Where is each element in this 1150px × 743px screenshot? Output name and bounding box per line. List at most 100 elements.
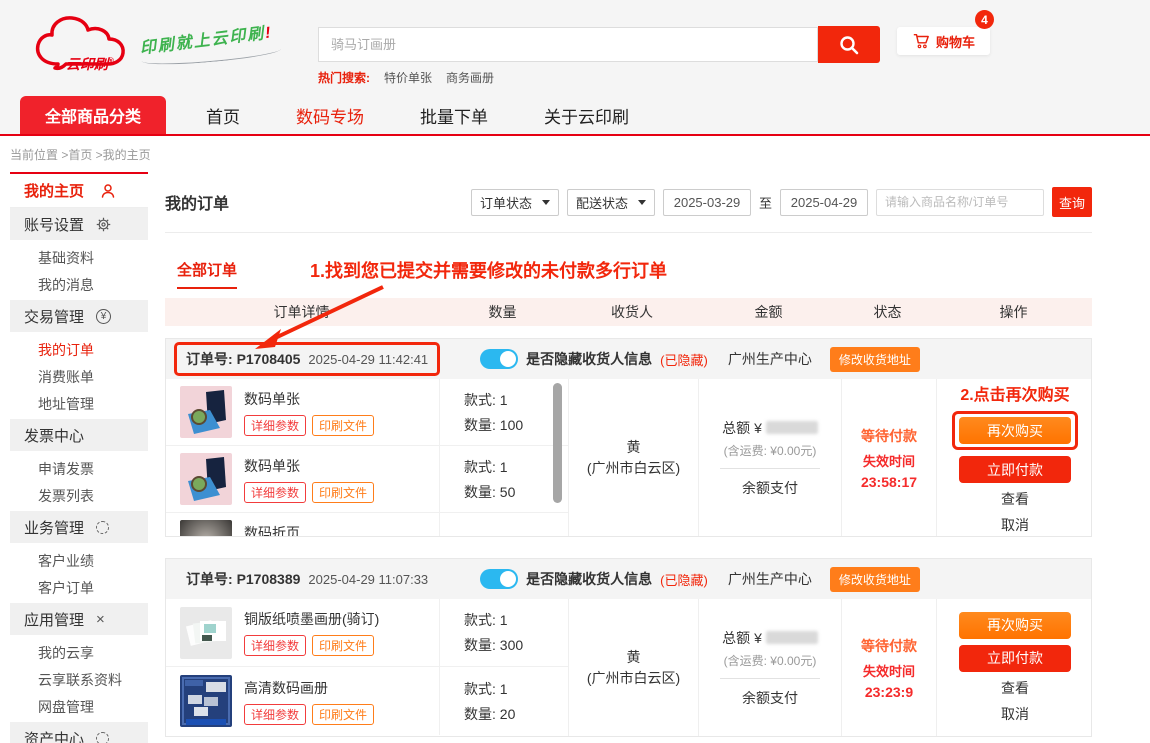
sidebar-section-account[interactable]: 账号设置 bbox=[10, 208, 148, 240]
date-from-input[interactable]: 2025-03-29 bbox=[663, 189, 751, 216]
item-quantity-cell: 款式: 1 数量: 300 bbox=[439, 599, 568, 666]
detail-params-tag[interactable]: 详细参数 bbox=[244, 704, 306, 725]
dashed-circle-icon bbox=[96, 521, 109, 534]
order-number-highlight-box: 订单号: P1708405 2025-04-29 11:42:41 bbox=[174, 342, 440, 376]
sidebar-section-apps[interactable]: 应用管理 × bbox=[10, 603, 148, 635]
view-order-link[interactable]: 查看 bbox=[1001, 489, 1029, 509]
detail-params-tag[interactable]: 详细参数 bbox=[244, 482, 306, 503]
sidebar-section-invoice[interactable]: 发票中心 bbox=[10, 419, 148, 451]
sidebar-item-my-orders[interactable]: 我的订单 bbox=[10, 336, 148, 363]
view-order-link[interactable]: 查看 bbox=[1001, 678, 1029, 698]
top-header: 云印刷® 印刷就上云印刷! 热门搜索: 特价单张 商务画册 bbox=[0, 0, 1150, 90]
countdown: 23:58:17 bbox=[861, 474, 917, 490]
pay-now-button[interactable]: 立即付款 bbox=[959, 645, 1071, 672]
keyword-input[interactable] bbox=[876, 189, 1044, 216]
product-thumbnail[interactable] bbox=[180, 453, 232, 505]
sidebar-item-basic-info[interactable]: 基础资料 bbox=[10, 244, 148, 271]
order-number: 订单号: P1708405 bbox=[186, 349, 300, 369]
receiver-cell: 黄 (广州市白云区) bbox=[568, 379, 698, 536]
section-label: 业务管理 bbox=[24, 517, 84, 538]
sidebar-item-netdisk[interactable]: 网盘管理 bbox=[10, 693, 148, 720]
sidebar-item-apply-invoice[interactable]: 申请发票 bbox=[10, 455, 148, 482]
product-thumbnail[interactable] bbox=[180, 607, 232, 659]
sidebar-item-my-messages[interactable]: 我的消息 bbox=[10, 271, 148, 298]
print-file-tag[interactable]: 印刷文件 bbox=[312, 482, 374, 503]
order-time: 2025-04-29 11:07:33 bbox=[308, 572, 428, 587]
sidebar-item-billing[interactable]: 消费账单 bbox=[10, 363, 148, 390]
select-value: 订单状态 bbox=[480, 193, 532, 212]
print-file-tag[interactable]: 印刷文件 bbox=[312, 635, 374, 656]
print-file-tag[interactable]: 印刷文件 bbox=[312, 704, 374, 725]
tab-all-orders[interactable]: 全部订单 bbox=[177, 259, 237, 289]
hide-receiver-toggle[interactable] bbox=[480, 569, 518, 589]
annotation-step1: 1.找到您已提交并需要修改的未付款多行订单 bbox=[310, 257, 667, 283]
receiver-cell: 黄 (广州市白云区) bbox=[568, 599, 698, 736]
col-order-details: 订单详情 bbox=[165, 302, 438, 322]
product-name[interactable]: 数码折页 bbox=[244, 523, 374, 537]
sidebar-section-business[interactable]: 业务管理 bbox=[10, 511, 148, 543]
hide-state-badge: (已隐藏) bbox=[660, 570, 708, 589]
search-input[interactable] bbox=[318, 27, 818, 62]
search-button[interactable] bbox=[818, 26, 880, 63]
col-actions: 操作 bbox=[935, 302, 1092, 322]
select-value: 配送状态 bbox=[576, 193, 628, 212]
orders-table-header: 订单详情 数量 收货人 金额 状态 操作 bbox=[165, 298, 1092, 326]
sidebar-item-invoice-list[interactable]: 发票列表 bbox=[10, 482, 148, 509]
nav-digital[interactable]: 数码专场 bbox=[296, 103, 364, 128]
detail-params-tag[interactable]: 详细参数 bbox=[244, 415, 306, 436]
product-thumbnail[interactable] bbox=[180, 386, 232, 438]
hide-receiver-label: 是否隐藏收货人信息 bbox=[526, 349, 652, 369]
pay-now-button[interactable]: 立即付款 bbox=[959, 456, 1071, 483]
hide-receiver-toggle[interactable] bbox=[480, 349, 518, 369]
cart-button[interactable]: 购物车 bbox=[897, 27, 990, 55]
sidebar-item-customer-orders[interactable]: 客户订单 bbox=[10, 574, 148, 601]
detail-params-tag[interactable]: 详细参数 bbox=[244, 635, 306, 656]
nav-about[interactable]: 关于云印刷 bbox=[544, 103, 629, 128]
sidebar-section-assets[interactable]: 资产中心 bbox=[10, 722, 148, 743]
sidebar-item-customer-performance[interactable]: 客户业绩 bbox=[10, 547, 148, 574]
cancel-order-link[interactable]: 取消 bbox=[1001, 704, 1029, 724]
sidebar-item-cloudshare-contacts[interactable]: 云享联系资料 bbox=[10, 666, 148, 693]
sidebar-item-my-cloudshare[interactable]: 我的云享 bbox=[10, 639, 148, 666]
product-name[interactable]: 数码单张 bbox=[244, 389, 374, 409]
hot-search-item[interactable]: 特价单张 bbox=[384, 69, 432, 86]
query-button[interactable]: 查询 bbox=[1052, 187, 1092, 217]
print-file-tag[interactable]: 印刷文件 bbox=[312, 415, 374, 436]
order-items-scroll-area[interactable]: 数码单张 详细参数 印刷文件 款式: 1 数量: 100 bbox=[166, 379, 568, 536]
buy-again-button[interactable]: 再次购买 bbox=[959, 612, 1071, 639]
modify-address-button[interactable]: 修改收货地址 bbox=[830, 347, 920, 372]
brand-slogan: 印刷就上云印刷! bbox=[138, 18, 281, 71]
product-name[interactable]: 数码单张 bbox=[244, 456, 374, 476]
buy-again-button[interactable]: 再次购买 bbox=[959, 417, 1071, 444]
product-thumbnail[interactable] bbox=[180, 520, 232, 536]
nav-bulk-order[interactable]: 批量下单 bbox=[420, 103, 488, 128]
delivery-status-select[interactable]: 配送状态 bbox=[567, 189, 655, 216]
brand-logo[interactable]: 云印刷® bbox=[28, 12, 148, 78]
person-icon bbox=[100, 183, 116, 199]
hot-search-label: 热门搜索: bbox=[318, 69, 370, 86]
date-range-to-label: 至 bbox=[759, 193, 772, 212]
modify-address-button[interactable]: 修改收货地址 bbox=[830, 567, 920, 592]
order-time: 2025-04-29 11:42:41 bbox=[308, 352, 428, 367]
order-item-row: 数码单张 详细参数 印刷文件 款式: 1 数量: 50 bbox=[166, 446, 568, 513]
hot-search-item[interactable]: 商务画册 bbox=[446, 69, 494, 86]
date-to-input[interactable]: 2025-04-29 bbox=[780, 189, 868, 216]
sidebar-item-address[interactable]: 地址管理 bbox=[10, 390, 148, 417]
amount-cell: 总额¥ (含运费: ¥0.00元) 余额支付 bbox=[698, 599, 841, 736]
brand-name: 云印刷® bbox=[66, 54, 114, 74]
all-categories-button[interactable]: 全部商品分类 bbox=[20, 96, 166, 134]
item-quantity-cell: 款式: 1 数量: 100 bbox=[439, 379, 568, 445]
product-name[interactable]: 铜版纸喷墨画册(骑订) bbox=[244, 609, 379, 629]
sidebar-section-trade[interactable]: 交易管理 ¥ bbox=[10, 300, 148, 332]
product-thumbnail[interactable] bbox=[180, 675, 232, 727]
nav-home[interactable]: 首页 bbox=[206, 103, 240, 128]
sidebar-item-my-home[interactable]: 我的主页 bbox=[10, 174, 148, 208]
section-label: 交易管理 bbox=[24, 306, 84, 327]
cancel-order-link[interactable]: 取消 bbox=[1001, 515, 1029, 535]
order-filters: 订单状态 配送状态 2025-03-29 至 2025-04-29 查询 bbox=[471, 187, 1092, 217]
items-scrollbar[interactable] bbox=[553, 383, 562, 503]
product-name[interactable]: 高清数码画册 bbox=[244, 678, 374, 698]
chevron-down-icon bbox=[542, 200, 550, 205]
gear-icon bbox=[96, 217, 111, 232]
order-status-select[interactable]: 订单状态 bbox=[471, 189, 559, 216]
